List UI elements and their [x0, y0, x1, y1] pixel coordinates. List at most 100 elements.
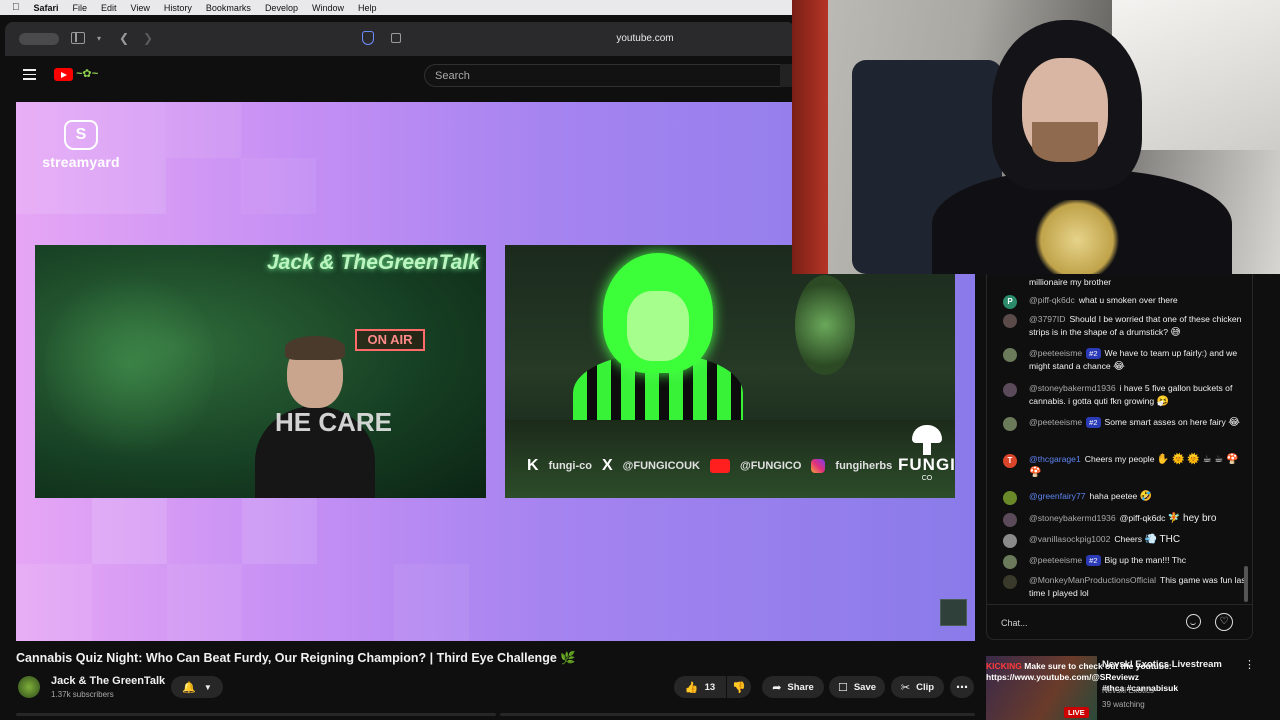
avatar[interactable]: P	[1003, 295, 1017, 309]
share-label: Share	[787, 681, 814, 693]
dislike-button[interactable]: 👎	[727, 676, 751, 698]
menu-view[interactable]: View	[131, 3, 150, 13]
privacy-shield-icon[interactable]	[362, 31, 374, 45]
reader-mode-icon[interactable]	[391, 33, 401, 43]
channel-watermark-thumb[interactable]	[940, 599, 967, 626]
bg-tile	[16, 564, 92, 641]
menu-app-name[interactable]: Safari	[34, 3, 59, 13]
clip-button[interactable]: ✂ Clip	[891, 676, 944, 698]
like-button[interactable]: 👍 13	[674, 676, 726, 698]
bg-tile	[242, 498, 317, 564]
thumbs-down-icon: 👎	[732, 681, 746, 694]
avatar[interactable]	[1003, 513, 1017, 527]
bg-tile	[167, 564, 242, 641]
chat-author[interactable]: @peeteeisme	[1029, 417, 1082, 427]
search-input[interactable]	[425, 65, 791, 86]
rec-channel[interactable]: Nevski Exotics	[1102, 686, 1154, 695]
save-button[interactable]: ☐ Save	[829, 676, 885, 698]
avatar[interactable]	[1003, 534, 1017, 548]
more-vertical-icon[interactable]: ⋮	[1244, 658, 1255, 671]
rec-title[interactable]: Nevskl Exotics Livestream	[1102, 659, 1242, 670]
menu-icon[interactable]	[23, 69, 36, 80]
fungi-logo: FUNGI CO	[898, 425, 955, 482]
member-badge: #2	[1086, 555, 1101, 566]
streamer-webcam	[792, 0, 1280, 274]
chat-message: @peeteeisme #2 Big up the man!!! Thc	[987, 554, 1249, 569]
rec-title-text: Nevskl Exotics Livestream	[1102, 659, 1222, 670]
chat-message: T @thcgarage1 Cheers my people ✋ 🌞 🌞 ☕ ☕ …	[987, 453, 1249, 479]
avatar[interactable]	[1003, 575, 1017, 589]
search-box[interactable]	[424, 64, 792, 87]
avatar[interactable]	[1003, 491, 1017, 505]
live-badge: LIVE	[1064, 707, 1089, 718]
share-icon: ➦	[772, 681, 782, 694]
menu-window[interactable]: Window	[312, 3, 344, 13]
chat-author[interactable]: @stoneybakermd1936	[1029, 513, 1116, 523]
chat-input[interactable]	[1001, 613, 1181, 633]
chat-message: @stoneybakermd1936 @piff-qk6dc 🧚 hey bro	[987, 512, 1249, 527]
live-chat[interactable]: millionaire my brother P @piff-qk6dc what…	[986, 274, 1253, 604]
avatar[interactable]	[1003, 314, 1017, 328]
chat-message: @vanillasockpig1002 Cheers 💨 THC	[987, 533, 1249, 548]
video-title: Cannabis Quiz Night: Who Can Beat Furdy,…	[16, 651, 576, 665]
streamer-person	[932, 20, 1232, 274]
screen:  Safari File Edit View History Bookmark…	[0, 0, 1280, 720]
chat-emoji: 🤣	[1139, 491, 1153, 502]
menu-edit[interactable]: Edit	[101, 3, 117, 13]
chat-author[interactable]: @thcgarage1	[1029, 454, 1081, 464]
chat-scrollbar[interactable]	[1244, 566, 1248, 602]
notification-bell-button[interactable]: 🔔 ▼	[171, 676, 223, 698]
clip-label: Clip	[916, 681, 935, 693]
channel-name[interactable]: Jack & The GreenTalk	[51, 675, 165, 687]
chat-author[interactable]: @MonkeyManProductionsOfficial	[1029, 575, 1156, 585]
address-bar[interactable]: youtube.com	[565, 33, 725, 44]
chevron-down-icon: ▼	[203, 682, 212, 692]
chat-emoji: 😅	[1170, 327, 1181, 338]
window-controls[interactable]	[19, 33, 59, 45]
channel-avatar[interactable]	[18, 676, 40, 698]
divider	[16, 713, 496, 716]
social-instagram: fungiherbs	[835, 460, 893, 472]
menu-help[interactable]: Help	[358, 3, 377, 13]
heart-icon[interactable]: ♡	[1215, 613, 1233, 631]
menu-file[interactable]: File	[73, 3, 88, 13]
chat-author[interactable]: @stoneybakermd1936	[1029, 383, 1116, 393]
neon-sign: Jack & TheGreenTalk	[267, 251, 480, 274]
youtube-logo-icon[interactable]	[54, 68, 73, 81]
rec-watching: 39 watching	[1102, 700, 1145, 709]
apple-menu-icon[interactable]: 	[12, 2, 20, 13]
chat-author[interactable]: @vanillasockpig1002	[1029, 534, 1110, 544]
subscriber-count: 1.37k subscribers	[51, 690, 114, 699]
sidebar-toggle-icon[interactable]	[71, 32, 85, 44]
bookmark-icon: ☐	[837, 681, 848, 694]
chat-author[interactable]: @greenfairy77	[1029, 491, 1086, 501]
chevron-down-icon[interactable]: ▾	[97, 34, 101, 43]
social-kick: fungi-co	[548, 460, 592, 472]
left-camera-feed: Jack & TheGreenTalk ON AIR HE CARE	[35, 245, 486, 498]
more-actions-button[interactable]: ⋯	[950, 676, 974, 698]
chat-author[interactable]: @peeteeisme	[1029, 555, 1082, 565]
menu-history[interactable]: History	[164, 3, 192, 13]
search-button[interactable]	[780, 64, 792, 87]
chat-author[interactable]: @3797ID	[1029, 314, 1065, 324]
emoji-icon[interactable]	[1186, 614, 1201, 629]
avatar[interactable]	[1003, 555, 1017, 569]
menu-develop[interactable]: Develop	[265, 3, 298, 13]
avatar[interactable]: T	[1003, 454, 1017, 468]
rec-overlay-red: KICKING	[986, 661, 1022, 671]
chat-author[interactable]: @piff-qk6dc	[1029, 295, 1075, 305]
recommended-video[interactable]: LIVE KICKING Make sure to check out the …	[986, 656, 1255, 720]
bg-tile	[92, 498, 167, 564]
forward-arrow-icon[interactable]: ❯	[143, 31, 153, 45]
back-arrow-icon[interactable]: ❮	[119, 31, 129, 45]
chat-text: @piff-qk6dc	[1119, 513, 1166, 523]
menu-bookmarks[interactable]: Bookmarks	[206, 3, 251, 13]
chat-input-bar: ♡	[986, 604, 1253, 640]
share-button[interactable]: ➦ Share	[762, 676, 824, 698]
avatar[interactable]	[1003, 383, 1017, 397]
avatar[interactable]	[1003, 348, 1017, 362]
chat-author[interactable]: @peeteeisme	[1029, 348, 1082, 358]
social-x: @FUNGICOUK	[622, 460, 700, 472]
avatar[interactable]	[1003, 417, 1017, 431]
chat-emoji: 💨 THC	[1144, 534, 1181, 545]
